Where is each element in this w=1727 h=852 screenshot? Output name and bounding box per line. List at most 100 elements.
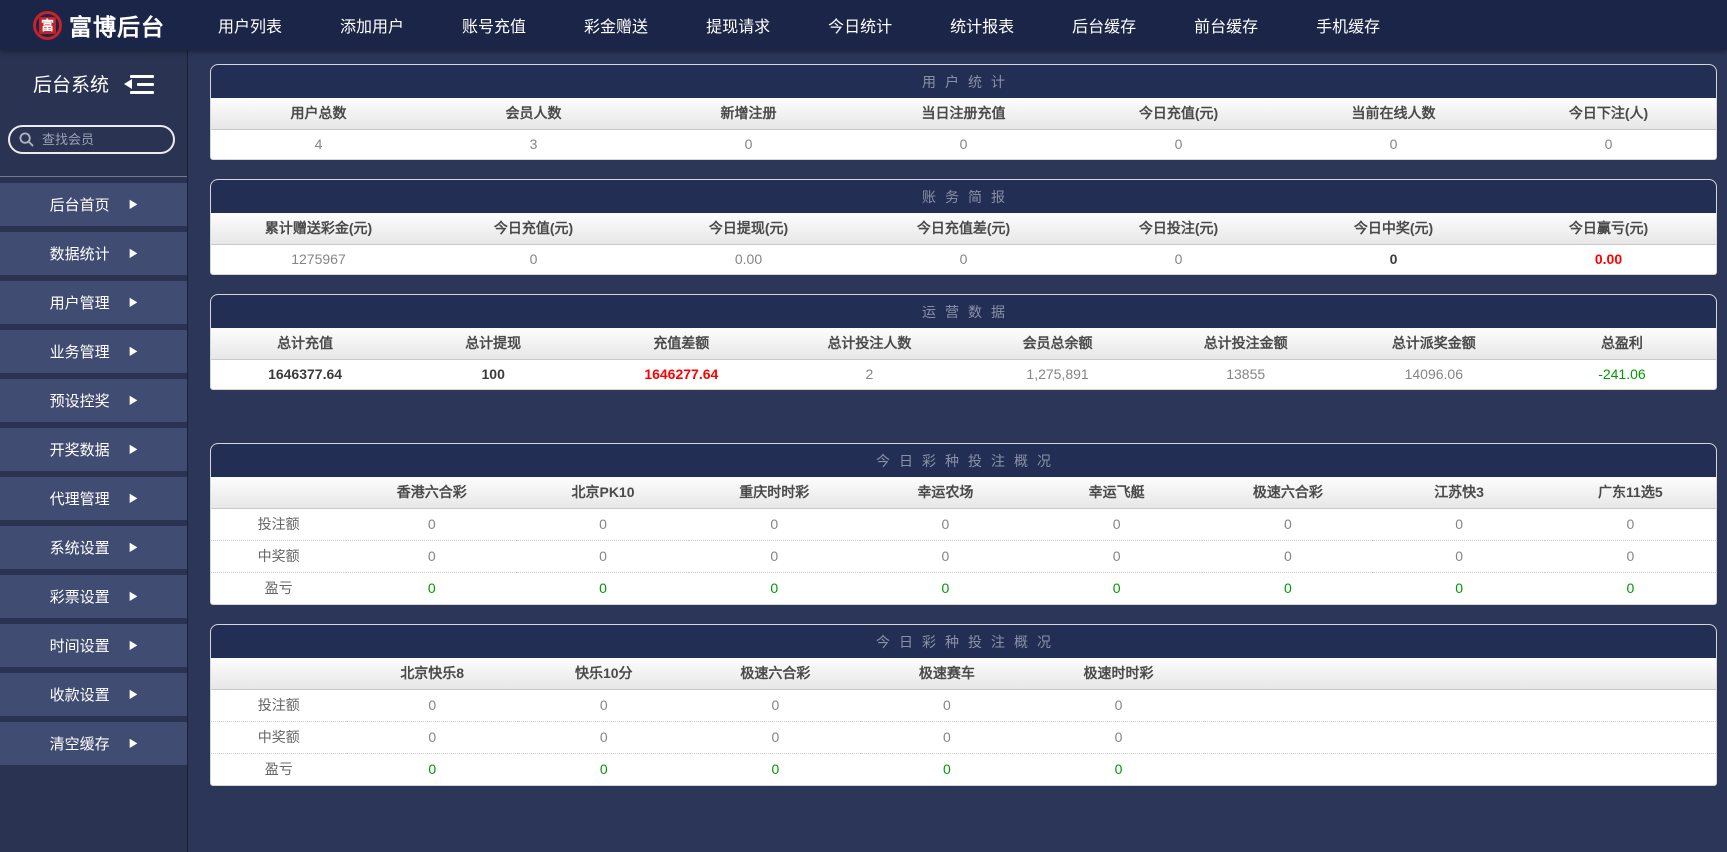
row-label: 盈亏: [211, 571, 347, 604]
column-header: 总盈利: [1527, 328, 1716, 360]
nav-item-2[interactable]: 添加用户: [340, 13, 404, 37]
sidebar: 后台系统 后台首页 ▶ 数据统计 ▶ 用户管理 ▶ 业务管理 ▶ 预设控奖 ▶ 开奖数据 ▶ 代理管理 ▶…: [0, 50, 188, 852]
column-header: 总计充值: [211, 328, 400, 360]
logo-text: 富博后台: [69, 14, 165, 40]
sidebar-item-label: 数据统计: [49, 246, 110, 263]
value-cell: 13855: [1151, 359, 1340, 389]
value-cell: 0: [689, 689, 862, 721]
value-cell: 2: [775, 359, 964, 389]
search-input[interactable]: [40, 131, 164, 148]
value-cell: 0: [859, 539, 1032, 572]
column-header: 新增注册: [641, 98, 856, 130]
value-cell: 0: [517, 571, 689, 604]
value-cell: 0: [1032, 752, 1205, 785]
sidebar-item-10[interactable]: 时间设置 ▶: [0, 624, 187, 667]
value-cell: 0: [517, 539, 689, 572]
column-header: 北京快乐8: [346, 658, 518, 690]
sidebar-item-8[interactable]: 系统设置 ▶: [0, 526, 187, 569]
sidebar-item-label: 收款设置: [49, 687, 110, 704]
table-row: 中奖额 0 0 0 0 0: [211, 720, 1716, 753]
nav-item-7[interactable]: 统计报表: [950, 13, 1014, 37]
value-cell: 0: [689, 752, 862, 785]
sidebar-item-label: 业务管理: [49, 344, 110, 361]
nav-item-5[interactable]: 提现请求: [706, 13, 770, 37]
panel-title: 今日彩种投注概况: [211, 625, 1716, 658]
filler-cell: [1204, 720, 1716, 753]
chevron-right-icon: ▶: [129, 197, 138, 212]
value-cell: 1646377.64: [211, 359, 400, 389]
column-header: 江苏快3: [1373, 477, 1545, 509]
table-row: 盈亏 0 0 0 0 0: [211, 752, 1716, 785]
value-cell: 0: [518, 752, 690, 785]
collapse-menu-icon[interactable]: [124, 74, 154, 94]
table-row: 投注额 0 0 0 0 0 0 0 0: [211, 508, 1716, 540]
sidebar-item-label: 彩票设置: [49, 589, 110, 606]
value-cell: 0: [1031, 508, 1203, 540]
column-header: 会员总余额: [963, 328, 1152, 360]
filler-cell: [1204, 689, 1716, 721]
value-cell: -241.06: [1527, 359, 1716, 389]
value-cell: 3: [426, 129, 641, 159]
value-cell: 1275967: [211, 244, 426, 274]
value-cell: 0: [689, 720, 862, 753]
row-label: 投注额: [211, 689, 347, 721]
sidebar-item-label: 代理管理: [49, 491, 110, 508]
column-header: 幸运飞艇: [1031, 477, 1203, 509]
nav-item-8[interactable]: 后台缓存: [1072, 13, 1136, 37]
value-cell: 0: [1071, 244, 1286, 274]
panel-table: 用户总数 会员人数 新增注册 当日注册充值 今日充值(元) 当前在线人数 今日下注(人) 4 3…: [211, 98, 1716, 159]
sidebar-item-11[interactable]: 收款设置 ▶: [0, 673, 187, 716]
main-content: 用户统计 用户总数 会员人数 新增注册 当日注册充值 今日充值(元) 当前在线人数 今日下注(…: [188, 50, 1727, 852]
nav-item-4[interactable]: 彩金赠送: [584, 13, 648, 37]
nav-item-10[interactable]: 手机缓存: [1316, 13, 1380, 37]
nav-item-9[interactable]: 前台缓存: [1194, 13, 1258, 37]
value-cell: 1,275,891: [963, 359, 1152, 389]
value-cell: 0: [346, 689, 518, 721]
column-header: 总计提现: [399, 328, 588, 360]
nav-item-6[interactable]: 今日统计: [828, 13, 892, 37]
sidebar-item-label: 开奖数据: [49, 442, 110, 459]
row-label: 中奖额: [211, 720, 347, 753]
nav-item-3[interactable]: 账号充值: [462, 13, 526, 37]
sidebar-title: 后台系统: [32, 75, 109, 96]
sidebar-item-2[interactable]: 数据统计 ▶: [0, 232, 187, 275]
column-header-empty: [211, 477, 347, 509]
panel-user-stats: 用户统计 用户总数 会员人数 新增注册 当日注册充值 今日充值(元) 当前在线人数 今日下注(…: [210, 64, 1717, 160]
sidebar-item-1[interactable]: 后台首页 ▶: [0, 183, 187, 226]
value-cell: 0.00: [1501, 244, 1716, 274]
row-label: 盈亏: [211, 752, 347, 785]
sidebar-item-7[interactable]: 代理管理 ▶: [0, 477, 187, 520]
sidebar-menu: 后台首页 ▶ 数据统计 ▶ 用户管理 ▶ 业务管理 ▶ 预设控奖 ▶ 开奖数据 ▶ 代理管理 ▶ 系统设置 ▶…: [0, 176, 187, 765]
nav-item-1[interactable]: 用户列表: [218, 13, 282, 37]
value-cell: 0: [346, 508, 518, 540]
value-cell: 0: [1373, 571, 1545, 604]
column-header: 当前在线人数: [1286, 98, 1501, 130]
chevron-right-icon: ▶: [129, 638, 138, 653]
table-row: 盈亏 0 0 0 0 0 0 0 0: [211, 571, 1716, 604]
sidebar-item-4[interactable]: 业务管理 ▶: [0, 330, 187, 373]
chevron-right-icon: ▶: [129, 589, 138, 604]
column-header-empty: [211, 658, 347, 690]
column-header: 充值差额: [587, 328, 776, 360]
sidebar-item-9[interactable]: 彩票设置 ▶: [0, 575, 187, 618]
column-header: 今日投注(元): [1071, 213, 1286, 245]
column-header: 香港六合彩: [346, 477, 518, 509]
panel-table: 香港六合彩 北京PK10 重庆时时彩 幸运农场 幸运飞艇 极速六合彩 江苏快3 广东11选5 投…: [211, 477, 1716, 604]
value-cell: 0: [426, 244, 641, 274]
logo[interactable]: 富 富博后台: [0, 8, 196, 42]
value-cell: 0: [688, 508, 860, 540]
sidebar-item-5[interactable]: 预设控奖 ▶: [0, 379, 187, 422]
value-cell: 0: [346, 571, 518, 604]
value-cell: 1646277.64: [587, 359, 776, 389]
column-header: 幸运农场: [859, 477, 1032, 509]
panel-operation-data: 运营数据 总计充值 总计提现 充值差额 总计投注人数 会员总余额 总计投注金额 总计派奖金额总…: [210, 294, 1717, 390]
sidebar-item-3[interactable]: 用户管理 ▶: [0, 281, 187, 324]
value-cell: 0: [1031, 539, 1203, 572]
sidebar-item-6[interactable]: 开奖数据 ▶: [0, 428, 187, 471]
value-cell: 0: [688, 571, 860, 604]
chevron-right-icon: ▶: [129, 344, 138, 359]
value-cell: 0: [856, 244, 1071, 274]
column-header-filler: [1204, 658, 1716, 690]
search-box[interactable]: [8, 125, 175, 154]
sidebar-item-12[interactable]: 清空缓存 ▶: [0, 722, 187, 765]
